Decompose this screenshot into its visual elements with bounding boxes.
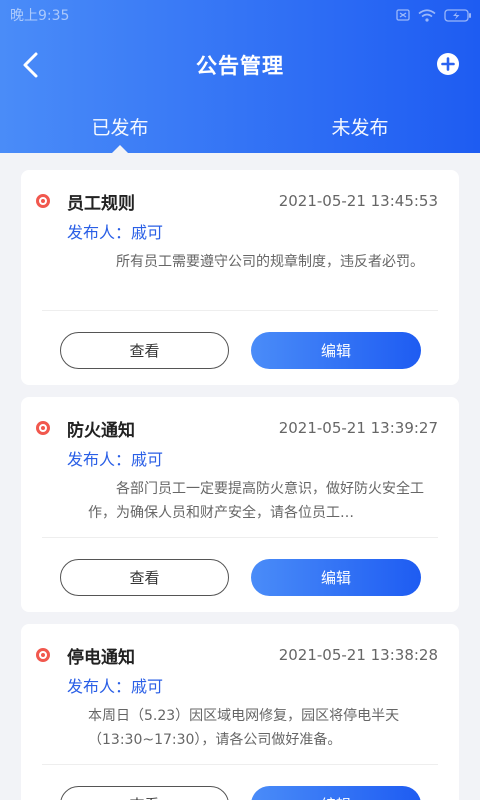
edit-button[interactable]: 编辑 <box>251 332 421 369</box>
add-notice-button[interactable] <box>436 52 460 76</box>
battery-icon <box>444 8 471 22</box>
notice-time: 2021-05-21 13:45:53 <box>278 192 438 210</box>
notice-time: 2021-05-21 13:38:28 <box>278 646 438 664</box>
notice-card[interactable]: 防火通知 2021-05-21 13:39:27 发布人：戚可 各部门员工一定要… <box>21 397 459 612</box>
wifi-icon <box>418 8 436 22</box>
notice-title: 员工规则 <box>67 194 135 214</box>
notice-card[interactable]: 停电通知 2021-05-21 13:38:28 发布人：戚可 本周日（5.23… <box>21 624 459 800</box>
bullet-dot-icon <box>36 648 50 662</box>
status-time: 晚上9:35 <box>10 8 70 24</box>
status-icons <box>396 8 472 22</box>
notice-content: 各部门员工一定要提高防火意识，做好防火安全工作，为确保人员和财产安全，请各位员工… <box>88 481 424 521</box>
notice-list[interactable]: 员工规则 2021-05-21 13:45:53 发布人：戚可 所有员工需要遵守… <box>0 153 480 800</box>
notice-title: 防火通知 <box>67 421 135 441</box>
divider <box>42 764 438 765</box>
tab-published[interactable]: 已发布 <box>0 100 240 153</box>
divider <box>42 537 438 538</box>
notice-content: 所有员工需要遵守公司的规章制度，违反者必罚。 <box>116 254 424 270</box>
view-button[interactable]: 查看 <box>60 786 229 800</box>
view-button[interactable]: 查看 <box>60 332 229 369</box>
header: 晚上9:35 公告管理 已发布 未发布 <box>0 0 480 153</box>
notice-title: 停电通知 <box>67 648 135 668</box>
notice-card[interactable]: 员工规则 2021-05-21 13:45:53 发布人：戚可 所有员工需要遵守… <box>21 170 459 385</box>
notice-content: 本周日（5.23）因区域电网修复，园区将停电半天（13:30~17:30），请各… <box>88 708 400 748</box>
bullet-dot-icon <box>36 421 50 435</box>
divider <box>42 310 438 311</box>
tab-bar: 已发布 未发布 <box>0 100 480 153</box>
notice-publisher: 发布人：戚可 <box>67 677 164 696</box>
edit-button[interactable]: 编辑 <box>251 786 421 800</box>
bullet-dot-icon <box>36 194 50 208</box>
page-title: 公告管理 <box>196 54 284 78</box>
notice-publisher: 发布人：戚可 <box>67 223 164 242</box>
notice-time: 2021-05-21 13:39:27 <box>278 419 438 437</box>
edit-button[interactable]: 编辑 <box>251 559 421 596</box>
sim-icon <box>396 9 410 21</box>
status-bar: 晚上9:35 <box>0 0 480 30</box>
tab-unpublished[interactable]: 未发布 <box>240 100 480 153</box>
nav-bar: 公告管理 <box>0 40 480 90</box>
notice-publisher: 发布人：戚可 <box>67 450 164 469</box>
view-button[interactable]: 查看 <box>60 559 229 596</box>
